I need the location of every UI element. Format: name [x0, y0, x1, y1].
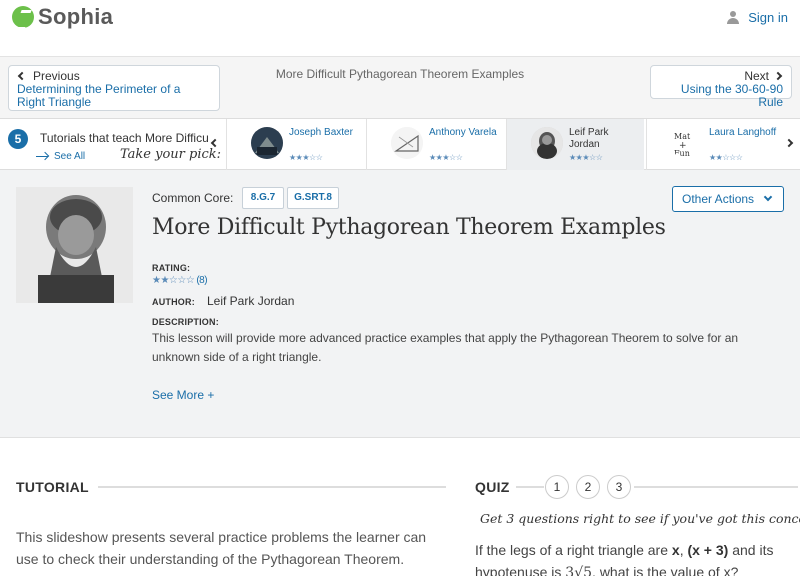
svg-text:Fun: Fun [674, 149, 690, 158]
standard-tag[interactable]: 8.G.7 [242, 187, 284, 209]
tutorial-card[interactable]: Anthony Varela ★★★☆☆ [366, 119, 504, 171]
sign-in-label: Sign in [748, 10, 788, 25]
tutorial-rating-stars: ★★★☆☆ [289, 153, 323, 162]
tutorial-rating-stars: ★★☆☆☆ [709, 153, 743, 162]
other-actions-dropdown[interactable]: Other Actions [672, 186, 784, 212]
common-core-label: Common Core: [152, 191, 234, 205]
lesson-info-panel: Common Core: 8.G.7 G.SRT.8 Other Actions… [0, 170, 800, 438]
tutorial-count-badge: 5 [8, 129, 28, 149]
description-label: DESCRIPTION: [152, 317, 219, 327]
tutorial-author-name: Laura Langhoff [709, 127, 777, 138]
see-all-link[interactable]: See All [36, 151, 85, 162]
tutorials-strip: 5 Tutorials that teach More Difficu See … [0, 118, 800, 171]
tutorial-author-name: Anthony Varela [429, 127, 497, 138]
lesson-description: This lesson will provide more advanced p… [152, 331, 739, 364]
next-label: Next [744, 69, 769, 83]
other-actions-label: Other Actions [682, 192, 755, 206]
rating-stars: ★★☆☆☆ [152, 275, 195, 286]
sign-in-link[interactable]: Sign in [726, 10, 788, 25]
see-all-label: See All [54, 151, 86, 162]
sophia-logo-icon [12, 6, 34, 28]
take-your-pick-label: Take your pick: [120, 147, 222, 162]
divider [634, 486, 798, 488]
chevron-left-icon [17, 71, 27, 81]
content-sections: TUTORIAL This slideshow presents several… [0, 438, 800, 576]
quiz-section-title: QUIZ [475, 479, 510, 495]
tutorial-rating-stars: ★★★☆☆ [429, 153, 463, 162]
previous-button[interactable]: Previous Determining the Perimeter of a … [8, 65, 220, 111]
tutorials-heading: Tutorials that teach More Difficu [40, 131, 209, 145]
sophia-logo[interactable]: Sophia [12, 4, 113, 30]
svg-text:Mat: Mat [674, 132, 691, 141]
next-button[interactable]: Next Using the 30-60-90 Rule [650, 65, 792, 109]
brand-name: Sophia [38, 4, 114, 29]
lesson-thumbnail-image [16, 187, 133, 303]
current-lesson-title: More Difficult Pythagorean Theorem Examp… [275, 67, 525, 81]
see-more-link[interactable]: See More + [152, 388, 214, 402]
tutorial-section-title: TUTORIAL [16, 479, 89, 495]
strip-scroll-right-button[interactable] [784, 137, 796, 151]
previous-label: Previous [33, 69, 80, 83]
tutorial-rating-stars: ★★★☆☆ [569, 153, 603, 162]
strip-scroll-left-button[interactable] [210, 137, 222, 151]
author-avatar [531, 127, 563, 159]
author-label: AUTHOR: [152, 297, 195, 307]
standard-tag[interactable]: G.SRT.8 [287, 187, 339, 209]
author-avatar: Mat + Fun [671, 127, 703, 159]
quiz-question-2-button[interactable]: 2 [576, 475, 600, 499]
quiz-question-3-button[interactable]: 3 [607, 475, 631, 499]
previous-lesson-link[interactable]: Determining the Perimeter of a Right Tri… [17, 83, 211, 109]
author-avatar [391, 127, 423, 159]
top-bar: Sophia Sign in [0, 0, 800, 40]
chevron-right-icon [784, 138, 794, 148]
rating-widget[interactable]: ★★☆☆☆ (8) [152, 275, 208, 286]
tutorial-card[interactable]: Mat + Fun Laura Langhoff ★★☆☆☆ [646, 119, 784, 171]
divider [516, 486, 544, 488]
author-name: Leif Park Jordan [207, 294, 295, 308]
lesson-title: More Difficult Pythagorean Theorem Examp… [152, 215, 666, 240]
tutorial-description: This slideshow presents several practice… [16, 529, 427, 567]
quiz-instruction: Get 3 questions right to see if you've g… [480, 511, 800, 526]
rating-label: RATING: [152, 263, 191, 273]
next-lesson-link[interactable]: Using the 30-60-90 Rule [659, 83, 783, 109]
quiz-question-1-button[interactable]: 1 [545, 475, 569, 499]
author-avatar [251, 127, 283, 159]
chevron-right-icon [773, 71, 783, 81]
tutorial-author-name: Leif Park Jordan [569, 127, 609, 150]
lesson-navigation: Previous Determining the Perimeter of a … [0, 56, 800, 118]
tutorial-card[interactable]: Joseph Baxter ★★★☆☆ [226, 119, 364, 171]
person-icon [726, 10, 740, 25]
tutorial-author-name: Joseph Baxter [289, 127, 353, 138]
chevron-left-icon [210, 138, 220, 148]
tutorial-card-selected[interactable]: Leif Park Jordan ★★★☆☆ [506, 119, 644, 171]
chevron-down-icon [763, 192, 773, 202]
arrow-right-icon [36, 156, 48, 157]
divider [98, 486, 446, 488]
quiz-question-text: If the legs of a right triangle are x, (… [475, 542, 774, 576]
rating-count: (8) [196, 275, 208, 286]
